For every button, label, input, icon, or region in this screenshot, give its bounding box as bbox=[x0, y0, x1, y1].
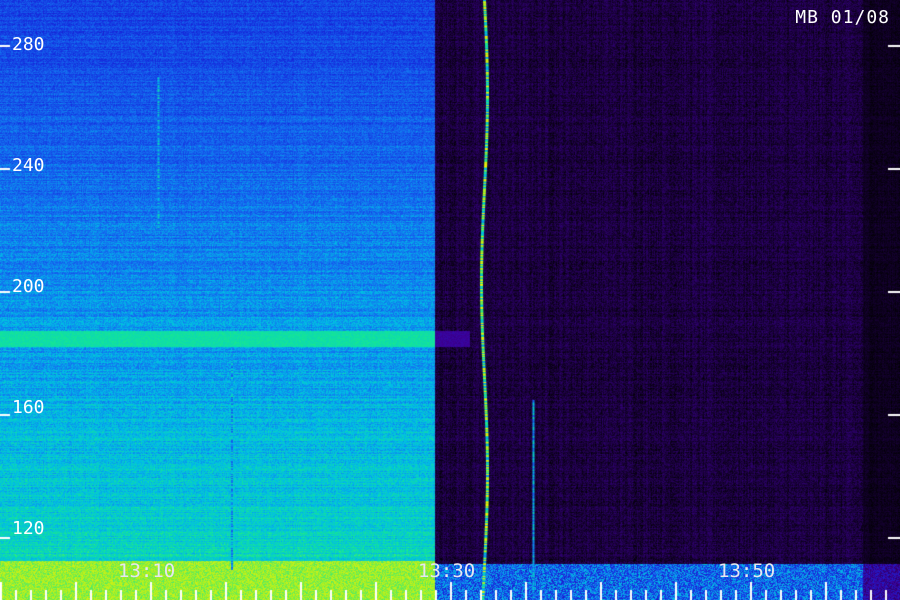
x-tick-label-1310: 13:10 bbox=[118, 560, 176, 582]
y-tick-label-160: 160 bbox=[12, 397, 45, 418]
x-tick-label-1330: 13:30 bbox=[418, 560, 476, 582]
y-tick-label-200: 200 bbox=[12, 276, 45, 297]
y-tick-label-280: 280 bbox=[12, 34, 45, 55]
x-tick-label-1350: 13:50 bbox=[718, 560, 776, 582]
y-tick-label-240: 240 bbox=[12, 155, 45, 176]
chart-title: MB 01/08 bbox=[795, 7, 890, 28]
y-tick-label-120: 120 bbox=[12, 518, 45, 539]
spectrogram-plot bbox=[0, 0, 900, 600]
